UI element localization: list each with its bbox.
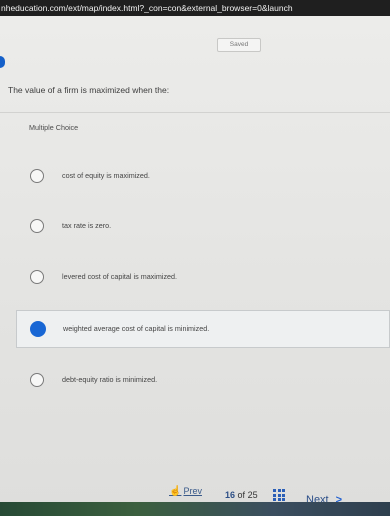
saved-status-badge: Saved — [217, 38, 261, 52]
question-type-label: Multiple Choice — [29, 123, 79, 132]
of-label: of — [237, 490, 246, 500]
question-map-icon[interactable] — [273, 489, 285, 501]
total-pages-number: 25 — [247, 490, 258, 500]
answer-option-label: levered cost of capital is maximized. — [62, 272, 178, 281]
radio-button[interactable] — [30, 219, 44, 233]
url-text: nheducation.com/ext/map/index.html?_con=… — [1, 3, 293, 13]
prev-label: Prev — [183, 486, 202, 496]
answer-option-label: weighted average cost of capital is mini… — [63, 324, 210, 333]
answer-option-1[interactable]: cost of equity is maximized. — [16, 158, 390, 196]
answer-option-label: debt-equity ratio is minimized. — [62, 375, 158, 384]
answer-option-5[interactable]: debt-equity ratio is minimized. — [16, 362, 390, 400]
answer-option-label: cost of equity is maximized. — [62, 171, 150, 180]
answer-option-label: tax rate is zero. — [62, 221, 112, 230]
question-text: The value of a firm is maximized when th… — [8, 85, 170, 95]
current-page-number: 16 — [225, 490, 236, 500]
browser-url-bar[interactable]: nheducation.com/ext/map/index.html?_con=… — [0, 0, 390, 16]
answer-option-2[interactable]: tax rate is zero. — [16, 208, 390, 246]
radio-button[interactable] — [30, 373, 44, 387]
radio-button[interactable] — [30, 270, 44, 284]
radio-button-selected[interactable] — [30, 321, 46, 337]
page-counter: 16 of 25 — [225, 490, 258, 500]
taskbar-strip — [0, 502, 390, 516]
assignment-page: Saved The value of a firm is maximized w… — [0, 16, 390, 516]
hand-pointer-icon: ☝ — [169, 486, 182, 497]
answer-option-4-selected[interactable]: weighted average cost of capital is mini… — [16, 310, 390, 348]
radio-button[interactable] — [30, 169, 44, 183]
question-divider — [0, 112, 390, 113]
prev-button[interactable]: ☝ Prev — [169, 486, 202, 497]
answer-option-3[interactable]: levered cost of capital is maximized. — [16, 259, 390, 297]
side-tab-indicator[interactable] — [0, 56, 5, 68]
